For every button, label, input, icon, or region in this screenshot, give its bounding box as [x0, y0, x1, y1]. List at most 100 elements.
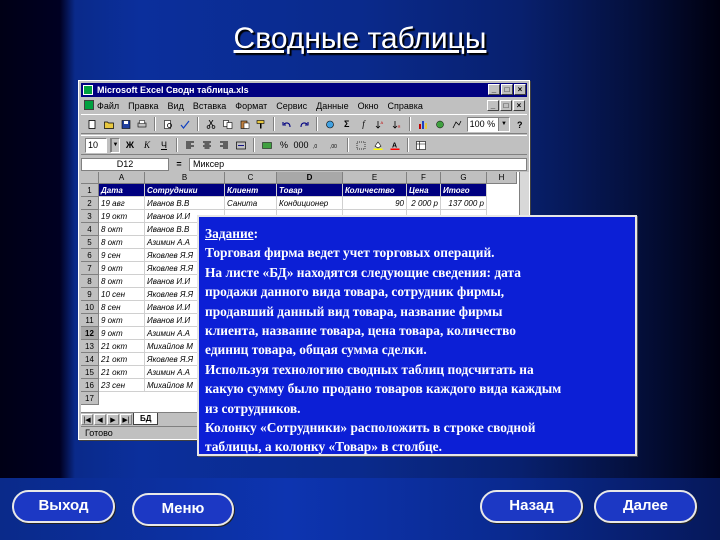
- table-header-cell[interactable]: Количество: [343, 184, 407, 197]
- table-header-cell[interactable]: Сотрудники: [145, 184, 225, 197]
- copy-icon[interactable]: [221, 117, 235, 131]
- menu-edit[interactable]: Правка: [128, 101, 158, 111]
- row-header[interactable]: 15: [81, 366, 99, 379]
- next-button[interactable]: Далее: [594, 490, 697, 523]
- row-header[interactable]: 14: [81, 353, 99, 366]
- autosum-icon[interactable]: Σ: [340, 117, 354, 131]
- print-icon[interactable]: [135, 117, 149, 131]
- percent-icon[interactable]: %: [277, 138, 291, 152]
- table-cell[interactable]: 23 сен: [99, 379, 145, 392]
- borders-icon[interactable]: [354, 138, 368, 152]
- table-cell[interactable]: 10 сен: [99, 288, 145, 301]
- underline-icon[interactable]: Ч: [157, 138, 171, 152]
- table-cell[interactable]: 8 сен: [99, 301, 145, 314]
- table-cell[interactable]: 90: [343, 197, 407, 210]
- merge-center-icon[interactable]: [234, 138, 248, 152]
- first-sheet-icon[interactable]: |◀: [81, 413, 93, 425]
- sort-descending-icon[interactable]: Я: [390, 117, 404, 131]
- align-right-icon[interactable]: [217, 138, 231, 152]
- table-header-cell[interactable]: Товар: [277, 184, 343, 197]
- table-cell[interactable]: 19 окт: [99, 210, 145, 223]
- back-button[interactable]: Назад: [480, 490, 583, 523]
- next-sheet-icon[interactable]: ▶: [107, 413, 119, 425]
- fill-color-icon[interactable]: [371, 138, 385, 152]
- open-folder-icon[interactable]: [102, 117, 116, 131]
- exit-button[interactable]: Выход: [12, 490, 115, 523]
- select-all-corner[interactable]: [81, 172, 99, 184]
- maximize-icon[interactable]: □: [501, 84, 513, 95]
- row-header[interactable]: 17: [81, 392, 99, 405]
- menu-button[interactable]: Меню: [132, 493, 234, 526]
- redo-icon[interactable]: [297, 117, 311, 131]
- paste-icon[interactable]: [238, 117, 252, 131]
- table-cell[interactable]: Иванов В.В: [145, 197, 225, 210]
- doc-restore-icon[interactable]: □: [500, 100, 512, 111]
- formula-input[interactable]: Миксер: [189, 157, 527, 171]
- italic-icon[interactable]: К: [140, 138, 154, 152]
- menu-file[interactable]: Файл: [97, 101, 119, 111]
- menu-window[interactable]: Окно: [358, 101, 379, 111]
- row-header[interactable]: 16: [81, 379, 99, 392]
- comma-style-icon[interactable]: 000: [293, 138, 308, 152]
- table-cell[interactable]: 21 окт: [99, 353, 145, 366]
- align-center-icon[interactable]: [200, 138, 214, 152]
- table-cell[interactable]: 8 окт: [99, 223, 145, 236]
- row-header[interactable]: 13: [81, 340, 99, 353]
- column-header-d[interactable]: D: [277, 172, 343, 184]
- doc-close-icon[interactable]: ×: [513, 100, 525, 111]
- menu-view[interactable]: Вид: [168, 101, 184, 111]
- drawing-icon[interactable]: [450, 117, 464, 131]
- menu-insert[interactable]: Вставка: [193, 101, 226, 111]
- name-box[interactable]: D12: [81, 157, 169, 171]
- menu-data[interactable]: Данные: [316, 101, 349, 111]
- font-color-icon[interactable]: A: [388, 138, 402, 152]
- sort-ascending-icon[interactable]: А: [373, 117, 387, 131]
- last-sheet-icon[interactable]: ▶|: [120, 413, 132, 425]
- spelling-icon[interactable]: [178, 117, 192, 131]
- bold-icon[interactable]: Ж: [123, 138, 137, 152]
- row-header[interactable]: 6: [81, 249, 99, 262]
- row-header[interactable]: 11: [81, 314, 99, 327]
- row-header[interactable]: 1: [81, 184, 99, 197]
- table-cell[interactable]: Кондиционер: [277, 197, 343, 210]
- save-disk-icon[interactable]: [119, 117, 133, 131]
- row-header[interactable]: 4: [81, 223, 99, 236]
- column-header-f[interactable]: F: [407, 172, 441, 184]
- cut-icon[interactable]: [204, 117, 218, 131]
- row-header[interactable]: 2: [81, 197, 99, 210]
- print-preview-icon[interactable]: [161, 117, 175, 131]
- row-header[interactable]: 12: [81, 327, 99, 340]
- font-size-select[interactable]: 10: [85, 137, 107, 153]
- row-header[interactable]: 9: [81, 288, 99, 301]
- close-icon[interactable]: ×: [514, 84, 526, 95]
- undo-icon[interactable]: [280, 117, 294, 131]
- increase-decimal-icon[interactable]: ,0: [311, 138, 325, 152]
- format-painter-icon[interactable]: [254, 117, 268, 131]
- table-header-cell[interactable]: Цена: [407, 184, 441, 197]
- column-header-e[interactable]: E: [343, 172, 407, 184]
- table-cell[interactable]: 137 000 р: [441, 197, 487, 210]
- currency-icon[interactable]: [260, 138, 274, 152]
- menu-help[interactable]: Справка: [388, 101, 423, 111]
- column-header-g[interactable]: G: [441, 172, 487, 184]
- sheet-tab-bd[interactable]: БД: [133, 413, 159, 425]
- zoom-select[interactable]: 100 % ▼: [466, 116, 511, 132]
- row-header[interactable]: 3: [81, 210, 99, 223]
- column-header-h[interactable]: H: [487, 172, 517, 184]
- table-cell[interactable]: 9 окт: [99, 327, 145, 340]
- table-cell[interactable]: 9 окт: [99, 314, 145, 327]
- menu-tools[interactable]: Сервис: [276, 101, 307, 111]
- new-document-icon[interactable]: [85, 117, 99, 131]
- table-header-cell[interactable]: Итого: [441, 184, 487, 197]
- row-header[interactable]: 5: [81, 236, 99, 249]
- table-cell[interactable]: 21 окт: [99, 366, 145, 379]
- table-cell[interactable]: 9 окт: [99, 262, 145, 275]
- doc-minimize-icon[interactable]: _: [487, 100, 499, 111]
- table-cell[interactable]: 8 окт: [99, 236, 145, 249]
- table-cell[interactable]: Санита: [225, 197, 277, 210]
- row-header[interactable]: 10: [81, 301, 99, 314]
- table-cell[interactable]: 2 000 р: [407, 197, 441, 210]
- column-header-b[interactable]: B: [145, 172, 225, 184]
- help-icon[interactable]: ?: [513, 117, 527, 131]
- minimize-icon[interactable]: _: [488, 84, 500, 95]
